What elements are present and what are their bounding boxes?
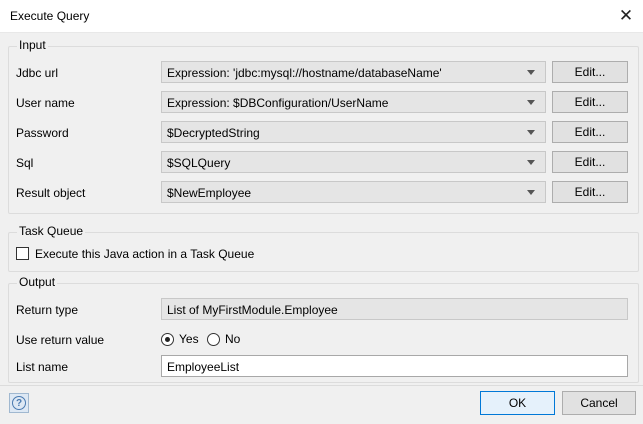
chevron-down-icon (527, 70, 535, 75)
chevron-down-icon (527, 160, 535, 165)
jdbc-url-edit-button[interactable]: Edit... (552, 61, 628, 83)
user-name-combo[interactable]: Expression: $DBConfiguration/UserName (161, 91, 546, 113)
sql-combo[interactable]: $SQLQuery (161, 151, 546, 173)
jdbc-url-combo[interactable]: Expression: 'jdbc:mysql://hostname/datab… (161, 61, 546, 83)
result-object-combo[interactable]: $NewEmployee (161, 181, 546, 203)
window-title: Execute Query (10, 9, 90, 23)
chevron-down-icon (527, 190, 535, 195)
sql-edit-button[interactable]: Edit... (552, 151, 628, 173)
close-icon[interactable]: ✕ (615, 5, 637, 27)
list-name-value: EmployeeList (167, 360, 240, 374)
cancel-button[interactable]: Cancel (562, 391, 636, 415)
question-circle-icon: ? (12, 396, 26, 410)
no-radio-label[interactable]: No (225, 332, 240, 346)
chevron-down-icon (527, 100, 535, 105)
title-bar: Execute Query ✕ (0, 0, 643, 33)
chevron-down-icon (527, 130, 535, 135)
yes-radio[interactable] (161, 333, 174, 346)
result-object-value: $NewEmployee (167, 186, 252, 200)
sql-value: $SQLQuery (167, 156, 231, 170)
password-combo[interactable]: $DecryptedString (161, 121, 546, 143)
return-type-value: List of MyFirstModule.Employee (167, 303, 338, 317)
jdbc-url-value: Expression: 'jdbc:mysql://hostname/datab… (167, 66, 442, 80)
sql-label: Sql (16, 156, 34, 170)
use-return-value-label: Use return value (16, 333, 105, 347)
user-name-label: User name (16, 96, 75, 110)
result-object-label: Result object (16, 186, 86, 200)
no-radio[interactable] (207, 333, 220, 346)
jdbc-url-label: Jdbc url (16, 66, 59, 80)
ok-button[interactable]: OK (480, 391, 555, 415)
return-type-label: Return type (16, 303, 79, 317)
task-queue-checkbox[interactable] (16, 247, 29, 260)
result-object-edit-button[interactable]: Edit... (552, 181, 628, 203)
user-name-value: Expression: $DBConfiguration/UserName (167, 96, 389, 110)
list-name-label: List name (16, 360, 69, 374)
password-edit-button[interactable]: Edit... (552, 121, 628, 143)
user-name-edit-button[interactable]: Edit... (552, 91, 628, 113)
password-value: $DecryptedString (167, 126, 260, 140)
task-queue-group-label: Task Queue (17, 224, 86, 238)
return-type-field: List of MyFirstModule.Employee (161, 298, 628, 320)
task-queue-checkbox-label[interactable]: Execute this Java action in a Task Queue (35, 247, 254, 261)
input-group-label: Input (17, 38, 48, 52)
password-label: Password (16, 126, 69, 140)
yes-radio-label[interactable]: Yes (179, 332, 199, 346)
output-group-label: Output (17, 275, 58, 289)
footer-divider (0, 385, 643, 386)
help-button[interactable]: ? (9, 393, 29, 413)
list-name-input[interactable]: EmployeeList (161, 355, 628, 377)
